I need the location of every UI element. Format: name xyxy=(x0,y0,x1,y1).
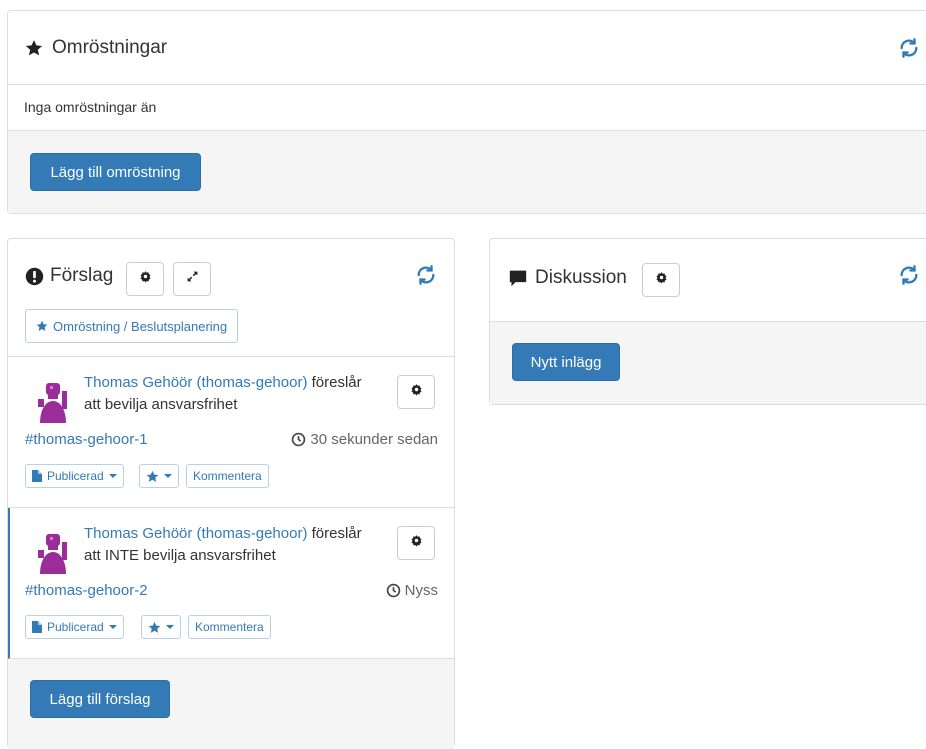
discussion-title: Diskussion xyxy=(508,267,627,289)
proposals-panel: Förslag Omröstning / Beslutsplanering Th… xyxy=(7,238,455,749)
comment-icon xyxy=(508,268,528,288)
author-link[interactable]: Thomas Gehöör (thomas-gehoor) xyxy=(84,374,307,391)
expand-icon xyxy=(186,270,199,288)
proposal-text: Thomas Gehöör (thomas-gehoor) föreslår a… xyxy=(84,372,384,416)
proposal-text: Thomas Gehöör (thomas-gehoor) föreslår a… xyxy=(84,523,384,567)
gear-icon xyxy=(655,271,668,289)
gear-icon xyxy=(410,383,423,401)
star-dropdown[interactable] xyxy=(141,615,181,639)
avatar xyxy=(29,528,77,576)
star-icon xyxy=(148,621,161,634)
polls-title: Omröstningar xyxy=(24,37,167,59)
star-dropdown[interactable] xyxy=(139,464,179,488)
proposals-settings-button[interactable] xyxy=(126,262,164,296)
proposal-verb: föreslår xyxy=(311,525,362,542)
proposal-settings-button[interactable] xyxy=(397,375,435,409)
discussion-footer: Nytt inlägg xyxy=(490,322,926,404)
chevron-down-icon xyxy=(166,625,174,629)
comment-button[interactable]: Kommentera xyxy=(188,615,271,639)
discussion-refresh-icon[interactable] xyxy=(898,264,920,286)
polls-footer: Lägg till omröstning xyxy=(8,131,926,213)
proposals-expand-button[interactable] xyxy=(173,262,211,296)
exclamation-circle-icon xyxy=(24,266,44,286)
discussion-header: Diskussion xyxy=(490,239,926,322)
proposal-hashtag-link[interactable]: #thomas-gehoor-1 xyxy=(25,431,148,448)
polls-body: Inga omröstningar än xyxy=(8,85,926,131)
discussion-settings-button[interactable] xyxy=(642,263,680,297)
gear-icon xyxy=(139,270,152,288)
gear-icon xyxy=(410,534,423,552)
comment-button[interactable]: Kommentera xyxy=(186,464,269,488)
proposal-time: 30 sekunder sedan xyxy=(291,431,438,448)
proposal-time-text: Nyss xyxy=(404,582,438,599)
proposal-time: Nyss xyxy=(386,582,438,599)
file-icon xyxy=(32,470,42,482)
new-post-button[interactable]: Nytt inlägg xyxy=(512,343,620,381)
star-icon xyxy=(24,38,44,58)
status-label: Publicerad xyxy=(47,469,104,483)
chevron-down-icon xyxy=(164,474,172,478)
clock-icon xyxy=(291,432,310,447)
proposal-hashtag-link[interactable]: #thomas-gehoor-2 xyxy=(25,582,148,599)
proposal-body: att INTE bevilja ansvarsfrihet xyxy=(84,547,276,564)
filter-tag-button[interactable]: Omröstning / Beslutsplanering xyxy=(25,309,239,343)
proposals-refresh-icon[interactable] xyxy=(415,264,437,286)
polls-title-text: Omröstningar xyxy=(52,37,168,58)
polls-empty-text: Inga omröstningar än xyxy=(24,99,157,115)
proposal-settings-button[interactable] xyxy=(397,526,435,560)
add-poll-button[interactable]: Lägg till omröstning xyxy=(30,153,201,191)
proposal-body: att bevilja ansvarsfrihet xyxy=(84,396,238,413)
status-label: Publicerad xyxy=(47,620,104,634)
status-dropdown[interactable]: Publicerad xyxy=(25,464,124,488)
clock-icon xyxy=(386,583,405,598)
discussion-panel: Diskussion Nytt inlägg xyxy=(489,238,926,405)
proposal-item: Thomas Gehöör (thomas-gehoor) föreslår a… xyxy=(8,508,454,659)
star-icon xyxy=(146,470,159,483)
discussion-title-text: Diskussion xyxy=(535,267,627,288)
author-link[interactable]: Thomas Gehöör (thomas-gehoor) xyxy=(84,525,307,542)
add-proposal-button[interactable]: Lägg till förslag xyxy=(30,680,170,718)
proposals-footer: Lägg till förslag xyxy=(8,659,454,749)
proposal-time-text: 30 sekunder sedan xyxy=(310,431,438,448)
file-icon xyxy=(32,621,42,633)
proposals-title-text: Förslag xyxy=(50,265,114,286)
filter-tag-label: Omröstning / Beslutsplanering xyxy=(53,318,228,334)
avatar xyxy=(29,377,77,425)
chevron-down-icon xyxy=(108,625,117,629)
chevron-down-icon xyxy=(108,474,117,478)
proposal-verb: föreslår xyxy=(311,374,362,391)
status-dropdown[interactable]: Publicerad xyxy=(25,615,124,639)
polls-refresh-icon[interactable] xyxy=(898,37,920,59)
polls-header: Omröstningar xyxy=(8,11,926,85)
polls-panel: Omröstningar Inga omröstningar än Lägg t… xyxy=(7,10,926,214)
star-icon xyxy=(36,320,48,332)
proposals-title: Förslag xyxy=(24,265,113,287)
proposals-header: Förslag Omröstning / Beslutsplanering xyxy=(8,239,454,357)
proposal-item: Thomas Gehöör (thomas-gehoor) föreslår a… xyxy=(8,357,454,508)
